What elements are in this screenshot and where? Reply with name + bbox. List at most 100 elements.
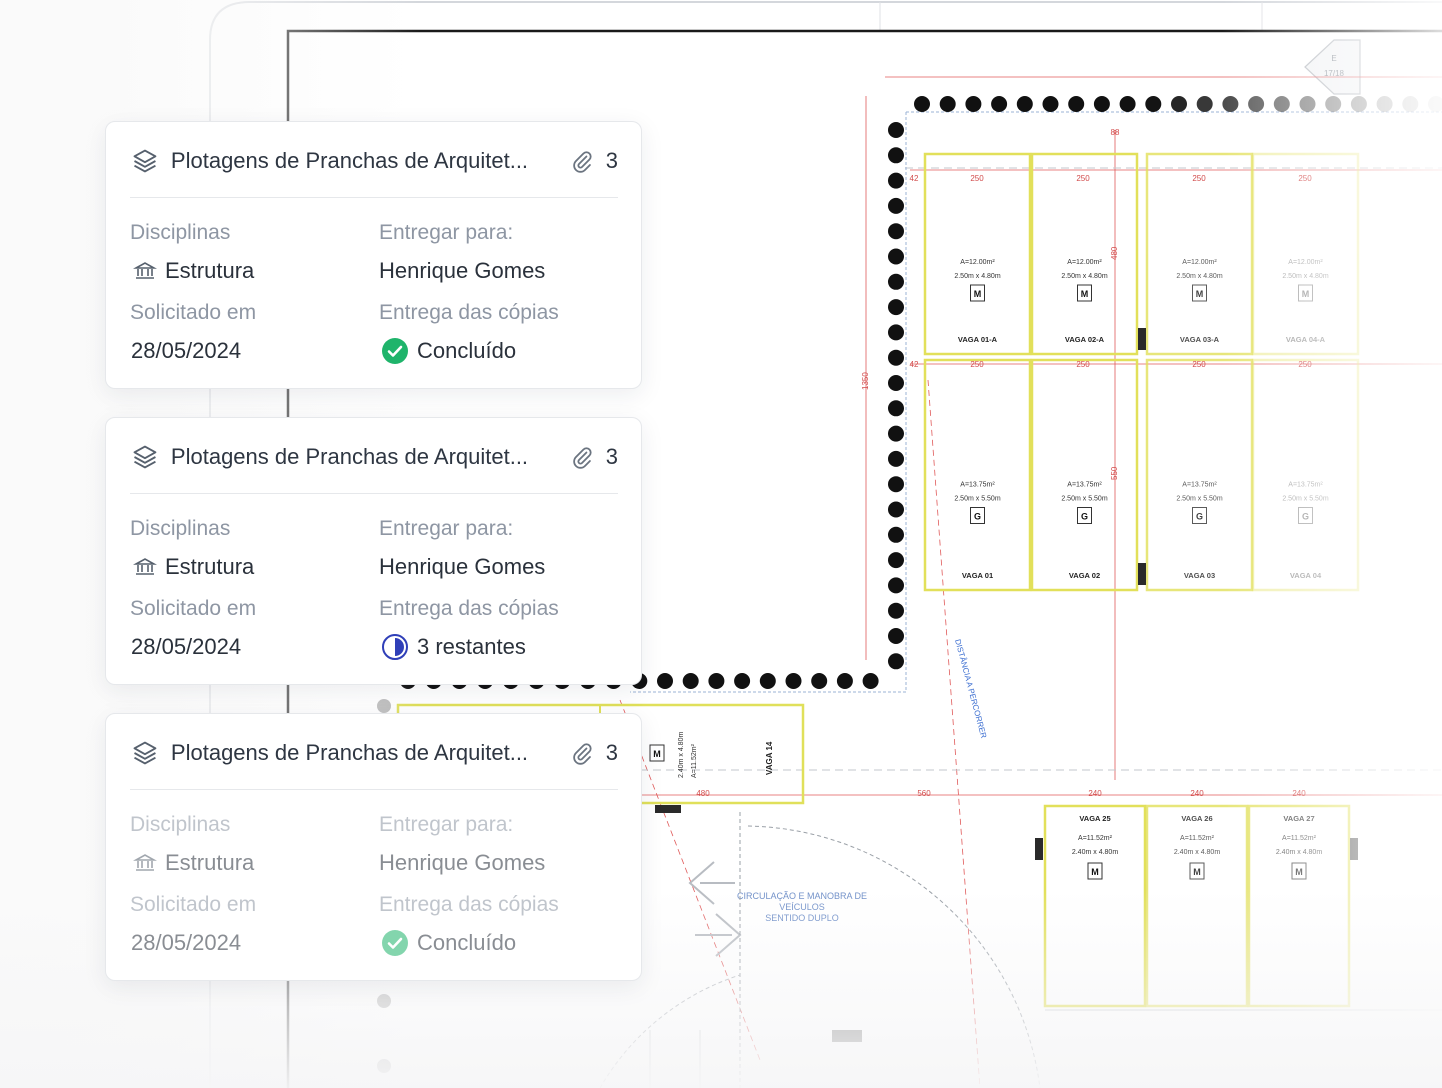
dim-480: 480 [696, 789, 710, 798]
disciplina-text: Estrutura [165, 850, 255, 875]
pillar-dot [1376, 96, 1393, 112]
spot-name: VAGA 02-A [1065, 335, 1105, 344]
attachment-count: 3 [605, 740, 618, 765]
dim-250: 250 [1192, 174, 1206, 183]
spot-type: M [1196, 289, 1204, 299]
pillar-dot [888, 349, 904, 366]
pillar-dot [1171, 96, 1187, 112]
pillar-dot [888, 501, 904, 518]
spot-type: G [1081, 512, 1088, 522]
pillar-dot [888, 273, 904, 290]
solicitado-label: Solicitado em [130, 301, 257, 324]
pillar-dot [759, 673, 776, 689]
pillar-dot [811, 673, 828, 689]
entregar-para-label: Entregar para: [379, 221, 514, 244]
layers-icon [133, 149, 157, 173]
pillar-dot [888, 197, 904, 214]
plot-request-card[interactable]: Plotagens de Pranchas de Arquitet... 3 D… [105, 713, 642, 981]
dim-240: 240 [1292, 789, 1306, 798]
pillar-dot [377, 699, 391, 713]
spot-dims: 2.50m x 5.50m [1061, 496, 1107, 503]
spot-name: VAGA 02 [1069, 571, 1100, 580]
pillar-dot [1428, 96, 1442, 112]
pillar-dot [939, 96, 956, 112]
parking-spot: A=11.52m² 2.40m x 4.80m M VAGA 26 [1145, 804, 1249, 1008]
paperclip-icon[interactable] [570, 445, 594, 469]
plot-request-card[interactable]: Plotagens de Pranchas de Arquitet... 3 D… [105, 121, 642, 389]
paperclip-icon[interactable] [570, 741, 594, 765]
card-divider [130, 493, 618, 494]
vaga-14-type: M [653, 749, 661, 759]
pillar-dot [682, 673, 699, 689]
pillar-dot [914, 96, 930, 112]
check-circle-icon [382, 930, 408, 956]
pillar-dot [888, 450, 904, 467]
card-divider [130, 197, 618, 198]
parking-spot-outline [1145, 358, 1254, 592]
solicitado-label: Solicitado em [130, 893, 257, 916]
spot-area: A=11.52m² [1078, 835, 1113, 842]
pillar-dot [1093, 96, 1110, 112]
disciplinas-label: Disciplinas [130, 221, 231, 244]
pillar-dot [1145, 96, 1162, 112]
vaga-14-dims: 2.40m x 4.80m [678, 732, 685, 778]
pillar-dot [888, 552, 904, 569]
spot-type: M [1302, 289, 1310, 299]
disciplina-value: Estrutura [133, 850, 254, 876]
pillar-dot [888, 476, 904, 493]
dim-250: 250 [1298, 360, 1312, 369]
parking-spot-outline [1030, 152, 1139, 356]
distance-label: DISTÂNCIA A PERCORRER [953, 638, 988, 739]
spot-dims: 2.50m x 5.50m [1176, 496, 1222, 503]
card-title[interactable]: Plotagens de Pranchas de Arquitet... [171, 148, 556, 174]
solicitado-value: 28/05/2024 [131, 634, 242, 659]
spot-dims: 2.40m x 4.80m [1072, 849, 1118, 856]
plot-request-card[interactable]: Plotagens de Pranchas de Arquitet... 3 D… [105, 417, 642, 685]
pillar-dot [888, 375, 904, 391]
pillar-dot [965, 96, 982, 112]
pillar-dot [1325, 96, 1342, 112]
card-title[interactable]: Plotagens de Pranchas de Arquitet... [171, 444, 556, 470]
dim-560: 560 [917, 789, 931, 798]
pillar-dot [888, 299, 904, 316]
spot-area: A=11.52m² [1180, 835, 1215, 842]
parking-spot-outline [1145, 152, 1254, 356]
parking-spot: A=12.00m² 2.50m x 4.80m M VAGA 04-A [1251, 152, 1360, 356]
entregar-para-label: Entregar para: [379, 813, 514, 836]
spot-name: VAGA 27 [1283, 814, 1314, 823]
dim-250: 250 [1298, 174, 1312, 183]
card-title[interactable]: Plotagens de Pranchas de Arquitet... [171, 740, 556, 766]
spot-name: VAGA 26 [1181, 814, 1212, 823]
spot-dims: 2.40m x 4.80m [1174, 849, 1220, 856]
spot-name: VAGA 25 [1079, 814, 1110, 823]
parking-spot: A=13.75m² 2.50m x 5.50m G VAGA 03 [1145, 358, 1254, 592]
spot-name: VAGA 03 [1184, 571, 1215, 580]
spot-type: M [974, 289, 982, 299]
pillar-dot [1016, 96, 1033, 112]
attachment-count: 3 [605, 148, 618, 173]
pillar-row-left [888, 122, 904, 670]
entrega-copias-label: Entrega das cópias [379, 301, 559, 324]
disciplinas-label: Disciplinas [130, 813, 231, 836]
paperclip-icon[interactable] [570, 149, 594, 173]
parking-spot: A=13.75m² 2.50m x 5.50m G VAGA 02 [1030, 358, 1139, 592]
spot-area: A=12.00m² [960, 259, 995, 266]
parking-spot: A=12.00m² 2.50m x 4.80m M VAGA 03-A [1145, 152, 1254, 356]
entregar-para-value: Henrique Gomes [379, 258, 546, 283]
disciplina-value: Estrutura [133, 258, 254, 284]
dim-250: 250 [970, 174, 984, 183]
disciplina-value: Estrutura [133, 554, 254, 580]
spot-dims: 2.50m x 4.80m [1176, 273, 1222, 280]
parking-spot-outline [1030, 358, 1139, 592]
circulation-line-3: SENTIDO DUPLO [765, 913, 839, 923]
entrega-status-text: 3 restantes [417, 634, 526, 659]
check-circle-icon [382, 338, 408, 364]
spot-area: A=11.52m² [1282, 835, 1317, 842]
dim-480-vert: 480 [1110, 246, 1119, 260]
spot-name: VAGA 01 [962, 571, 993, 580]
pillar-dot [888, 400, 904, 417]
spot-name: VAGA 01-A [958, 335, 998, 344]
card-divider [130, 789, 618, 790]
pillar-dot [1196, 96, 1213, 112]
spot-type: G [1196, 512, 1203, 522]
